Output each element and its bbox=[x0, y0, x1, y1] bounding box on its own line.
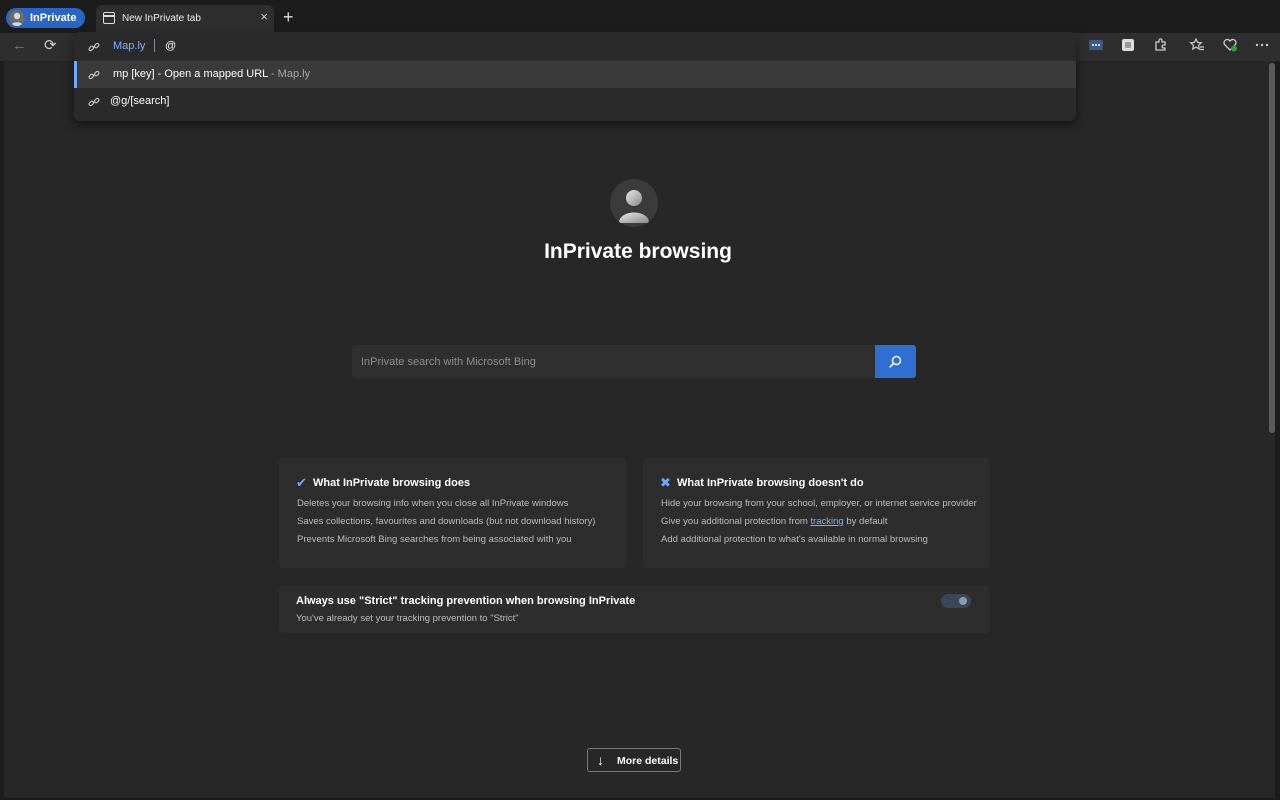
extensions-puzzle-icon[interactable] bbox=[1153, 37, 1169, 53]
suggestion-source: - Map.ly bbox=[267, 68, 311, 80]
extension-dots-icon[interactable] bbox=[1088, 37, 1104, 53]
strict-tracking-subtitle: You've already set your tracking prevent… bbox=[296, 613, 519, 624]
tab-strip: InPrivate New InPrivate tab × + bbox=[0, 0, 1280, 36]
tab-close-icon[interactable]: × bbox=[260, 10, 268, 24]
address-bar-dropdown: Map.ly @ mp [key] - Open a mapped URL - … bbox=[74, 32, 1076, 121]
does-line-3: Prevents Microsoft Bing searches from be… bbox=[297, 534, 572, 545]
doesnt-line-1: Hide your browsing from your school, emp… bbox=[661, 498, 977, 509]
strict-tracking-card: Always use "Strict" tracking prevention … bbox=[279, 586, 990, 633]
bing-search-box bbox=[352, 345, 876, 378]
doesnt-line-2: Give you additional protection from trac… bbox=[661, 516, 888, 527]
address-bar[interactable]: Map.ly @ bbox=[74, 32, 1076, 61]
address-input-text[interactable]: @ bbox=[165, 40, 176, 52]
link-icon bbox=[88, 96, 100, 108]
checkmark-icon: ✔ bbox=[296, 475, 307, 490]
tab-page-icon bbox=[103, 12, 115, 24]
doesnt-card: ✖ What InPrivate browsing doesn't do Hid… bbox=[643, 458, 990, 568]
does-card-title: What InPrivate browsing does bbox=[313, 477, 471, 489]
favourites-star-icon[interactable] bbox=[1189, 37, 1205, 53]
link-icon bbox=[88, 41, 100, 53]
new-tab-icon[interactable]: + bbox=[283, 8, 294, 26]
does-line-1: Deletes your browsing info when you clos… bbox=[297, 498, 569, 509]
suggestion-item-2[interactable]: @g/[search] bbox=[74, 88, 1076, 115]
more-menu-icon[interactable] bbox=[1254, 37, 1270, 53]
back-arrow-icon[interactable]: ← bbox=[12, 37, 27, 54]
does-line-2: Saves collections, favourites and downlo… bbox=[297, 516, 596, 527]
link-icon bbox=[88, 69, 100, 81]
inprivate-label: InPrivate bbox=[30, 12, 77, 24]
extension-square-icon[interactable] bbox=[1120, 37, 1136, 53]
suggestion-text: @g/[search] bbox=[110, 95, 170, 107]
arrow-down-icon: ↓ bbox=[597, 752, 604, 768]
profile-avatar-icon bbox=[9, 10, 25, 26]
more-details-label: More details bbox=[617, 755, 679, 767]
page-title: InPrivate browsing bbox=[544, 240, 732, 263]
reload-icon[interactable]: ⟳ bbox=[44, 36, 57, 54]
doesnt-line-2-post: by default bbox=[843, 516, 888, 527]
doesnt-line-3: Add additional protection to what's avai… bbox=[661, 534, 928, 545]
tracking-link[interactable]: tracking bbox=[810, 516, 843, 527]
strict-tracking-toggle[interactable] bbox=[941, 594, 971, 608]
tab-title: New InPrivate tab bbox=[122, 13, 201, 24]
search-icon bbox=[889, 355, 902, 368]
more-details-button[interactable]: ↓ More details bbox=[587, 748, 681, 772]
suggestion-item-1[interactable]: mp [key] - Open a mapped URL - Map.ly bbox=[74, 61, 1076, 88]
doesnt-line-2-pre: Give you additional protection from bbox=[661, 516, 811, 527]
tab-new-inprivate[interactable]: New InPrivate tab × bbox=[96, 5, 274, 33]
page-scrollbar[interactable] bbox=[1269, 63, 1275, 433]
does-card: ✔ What InPrivate browsing does Deletes y… bbox=[279, 458, 626, 568]
suggestion-text: mp [key] - Open a mapped URL bbox=[113, 68, 268, 80]
keyword-separator bbox=[154, 39, 155, 52]
bing-search-input[interactable] bbox=[352, 345, 876, 378]
doesnt-card-title: What InPrivate browsing doesn't do bbox=[677, 477, 864, 489]
strict-tracking-title: Always use "Strict" tracking prevention … bbox=[296, 595, 636, 607]
cross-icon: ✖ bbox=[660, 475, 671, 490]
inprivate-avatar-icon bbox=[610, 179, 658, 227]
inprivate-page: InPrivate browsing bbox=[4, 61, 1275, 798]
search-keyword-chip: Map.ly bbox=[113, 40, 146, 52]
browser-essentials-heart-icon[interactable] bbox=[1222, 37, 1238, 53]
inprivate-profile-button[interactable]: InPrivate bbox=[6, 8, 86, 28]
search-button[interactable] bbox=[875, 345, 916, 378]
